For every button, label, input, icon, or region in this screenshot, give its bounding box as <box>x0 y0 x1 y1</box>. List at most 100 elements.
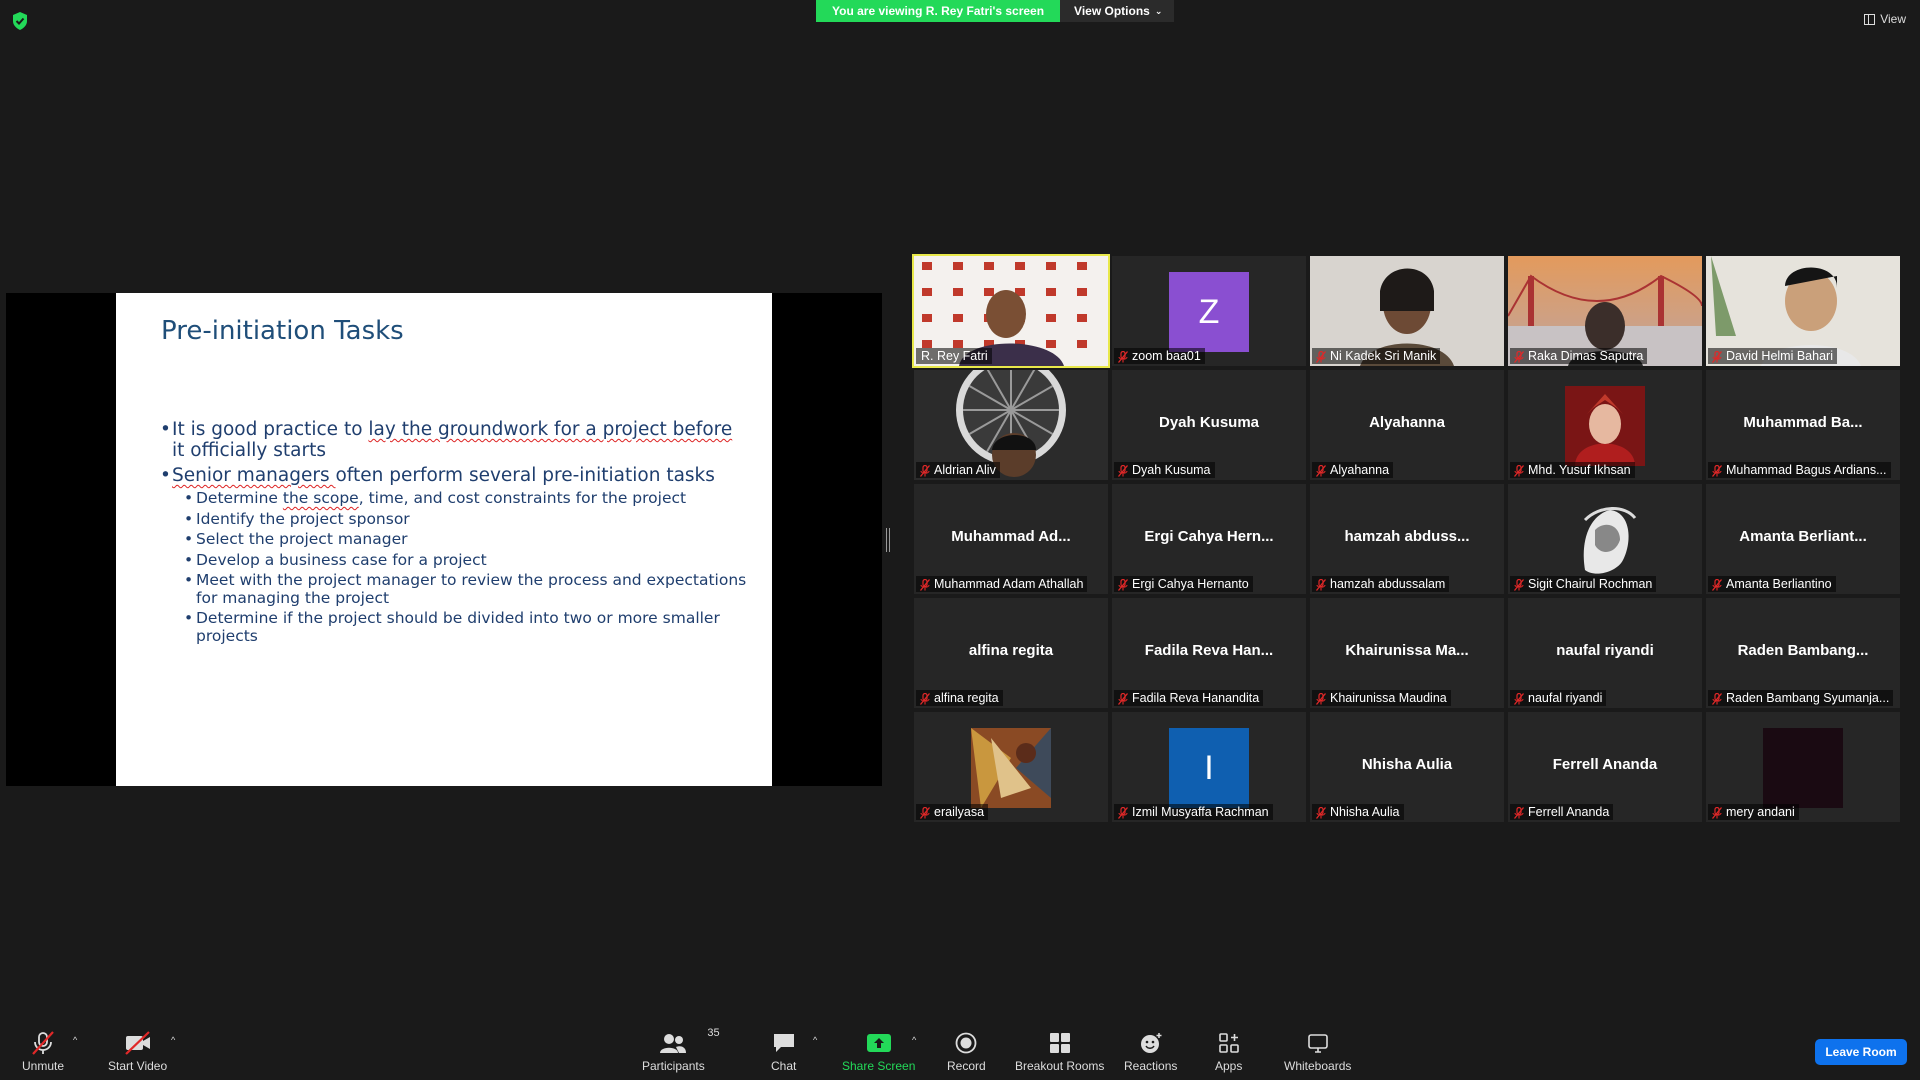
participant-display-name: Ferrell Ananda <box>1552 756 1658 773</box>
start-video-button[interactable]: Start Video <box>108 1031 167 1073</box>
participant-tile[interactable]: David Helmi Bahari <box>1706 256 1900 366</box>
muted-microphone-icon <box>1316 807 1326 819</box>
participant-tile[interactable]: Alyahanna Alyahanna <box>1310 370 1504 480</box>
participant-tile[interactable]: alfina regita alfina regita <box>914 598 1108 708</box>
avatar-letter: Z <box>1169 272 1249 352</box>
participant-name-tag: Khairunissa Maudina <box>1312 690 1451 706</box>
chevron-down-icon: ⌄ <box>1154 6 1163 16</box>
breakout-rooms-button[interactable]: Breakout Rooms <box>1015 1031 1104 1073</box>
view-options-button[interactable]: View Options ⌄ <box>1060 0 1175 22</box>
record-button[interactable]: Record <box>947 1031 986 1073</box>
record-icon <box>955 1031 977 1055</box>
share-screen-label: Share Screen <box>842 1059 916 1073</box>
participants-button[interactable]: 35 Participants <box>642 1027 720 1073</box>
participant-tile[interactable]: Aldrian Aliv <box>914 370 1108 480</box>
muted-microphone-icon <box>920 465 930 477</box>
apps-button[interactable]: Apps <box>1215 1031 1242 1073</box>
participant-name-tag: Amanta Berliantino <box>1708 576 1836 592</box>
participant-name-tag: Ni Kadek Sri Manik <box>1312 348 1441 364</box>
leave-room-button[interactable]: Leave Room <box>1815 1039 1907 1065</box>
participant-tile[interactable]: erailyasa <box>914 712 1108 822</box>
chat-button[interactable]: Chat <box>771 1031 796 1073</box>
muted-microphone-icon <box>1712 579 1722 591</box>
participant-display-name: Amanta Berliant... <box>1739 528 1867 545</box>
participant-name: Ergi Cahya Hernanto <box>1132 577 1249 591</box>
participant-display-name: Fadila Reva Han... <box>1144 642 1274 659</box>
video-options-caret[interactable]: ^ <box>171 1035 175 1045</box>
record-label: Record <box>947 1059 986 1073</box>
participant-display-name: Khairunissa Ma... <box>1345 642 1469 659</box>
participant-tile[interactable]: Mhd. Yusuf Ikhsan <box>1508 370 1702 480</box>
whiteboards-button[interactable]: Whiteboards <box>1284 1031 1351 1073</box>
participant-tile[interactable]: Sigit Chairul Rochman <box>1508 484 1702 594</box>
participant-tile[interactable]: Nhisha Aulia Nhisha Aulia <box>1310 712 1504 822</box>
chat-label: Chat <box>771 1059 797 1073</box>
participant-name-tag: hamzah abdussalam <box>1312 576 1450 592</box>
participant-name: alfina regita <box>934 691 999 705</box>
reactions-smiley-icon <box>1139 1031 1163 1055</box>
participant-name: Alyahanna <box>1330 463 1390 477</box>
participant-name-tag: Muhammad Bagus Ardians... <box>1708 462 1891 478</box>
muted-microphone-icon <box>1118 693 1128 705</box>
participant-tile[interactable]: Muhammad Ad... Muhammad Adam Athallah <box>914 484 1108 594</box>
participant-tile[interactable]: R. Rey Fatri <box>912 254 1110 368</box>
unmute-button[interactable]: Unmute <box>22 1031 64 1073</box>
participant-tile[interactable]: Khairunissa Ma... Khairunissa Maudina <box>1310 598 1504 708</box>
participant-tile[interactable]: Raden Bambang... Raden Bambang Syumanja..… <box>1706 598 1900 708</box>
slide-body: It is good practice to lay the groundwor… <box>160 419 750 648</box>
muted-microphone-icon <box>920 693 930 705</box>
participant-name-tag: David Helmi Bahari <box>1708 348 1837 364</box>
chat-options-caret[interactable]: ^ <box>813 1035 817 1045</box>
viewing-screen-label: You are viewing R. Rey Fatri's screen <box>816 0 1061 22</box>
participant-tile[interactable]: Dyah Kusuma Dyah Kusuma <box>1112 370 1306 480</box>
participant-tile[interactable]: Fadila Reva Han... Fadila Reva Hanandita <box>1112 598 1306 708</box>
whiteboards-label: Whiteboards <box>1284 1059 1352 1073</box>
whiteboard-icon <box>1307 1031 1329 1055</box>
security-shield-icon[interactable] <box>12 12 28 30</box>
participant-tile[interactable]: Zzoom baa01 <box>1112 256 1306 366</box>
share-screen-button[interactable]: Share Screen <box>842 1031 915 1073</box>
participant-name-tag: Alyahanna <box>1312 462 1394 478</box>
participant-tile[interactable]: hamzah abduss... hamzah abdussalam <box>1310 484 1504 594</box>
avatar-letter: I <box>1169 728 1249 808</box>
microphone-muted-icon <box>30 1031 56 1055</box>
participant-name-tag: Mhd. Yusuf Ikhsan <box>1510 462 1635 478</box>
muted-microphone-icon <box>1514 807 1524 819</box>
participant-name: Ferrell Ananda <box>1528 805 1610 819</box>
participant-name-tag: Ferrell Ananda <box>1510 804 1614 820</box>
participant-name: Amanta Berliantino <box>1726 577 1832 591</box>
participant-tile[interactable]: mery andani <box>1706 712 1900 822</box>
muted-microphone-icon <box>1712 693 1722 705</box>
slide-sub-bullet-1: Determine the scope, time, and cost cons… <box>160 489 750 508</box>
participant-name-tag: R. Rey Fatri <box>916 348 992 364</box>
participant-name-tag: Ergi Cahya Hernanto <box>1114 576 1253 592</box>
participant-name: Raka Dimas Saputra <box>1528 349 1644 363</box>
share-screen-icon <box>866 1031 892 1055</box>
participant-tile[interactable]: Muhammad Ba... Muhammad Bagus Ardians... <box>1706 370 1900 480</box>
participant-name-tag: Aldrian Aliv <box>916 462 1000 478</box>
participant-tile[interactable]: Amanta Berliant... Amanta Berliantino <box>1706 484 1900 594</box>
participant-tile[interactable]: Ferrell Ananda Ferrell Ananda <box>1508 712 1702 822</box>
view-button[interactable]: View <box>1864 12 1906 26</box>
participant-name: Dyah Kusuma <box>1132 463 1211 477</box>
participant-tile[interactable]: Raka Dimas Saputra <box>1508 256 1702 366</box>
participant-tile[interactable]: I Izmil Musyaffa Rachman <box>1112 712 1306 822</box>
start-video-label: Start Video <box>108 1059 168 1073</box>
muted-microphone-icon <box>920 579 930 591</box>
view-layout-icon <box>1864 13 1876 25</box>
split-view-resize-handle[interactable] <box>886 528 890 552</box>
breakout-rooms-label: Breakout Rooms <box>1015 1059 1105 1073</box>
participant-tile[interactable]: Ergi Cahya Hern... Ergi Cahya Hernanto <box>1112 484 1306 594</box>
muted-microphone-icon <box>1514 693 1524 705</box>
participant-name-tag: Nhisha Aulia <box>1312 804 1404 820</box>
slide-sub-bullet-6: Determine if the project should be divid… <box>160 609 750 645</box>
reactions-button[interactable]: Reactions <box>1124 1031 1177 1073</box>
participant-name: Muhammad Bagus Ardians... <box>1726 463 1887 477</box>
participant-tile[interactable]: naufal riyandi naufal riyandi <box>1508 598 1702 708</box>
share-options-caret[interactable]: ^ <box>912 1035 916 1045</box>
audio-options-caret[interactable]: ^ <box>73 1035 77 1045</box>
participant-name-tag: alfina regita <box>916 690 1003 706</box>
slide-title: Pre-initiation Tasks <box>161 316 404 346</box>
participant-name-tag: Izmil Musyaffa Rachman <box>1114 804 1273 820</box>
participant-tile[interactable]: Ni Kadek Sri Manik <box>1310 256 1504 366</box>
